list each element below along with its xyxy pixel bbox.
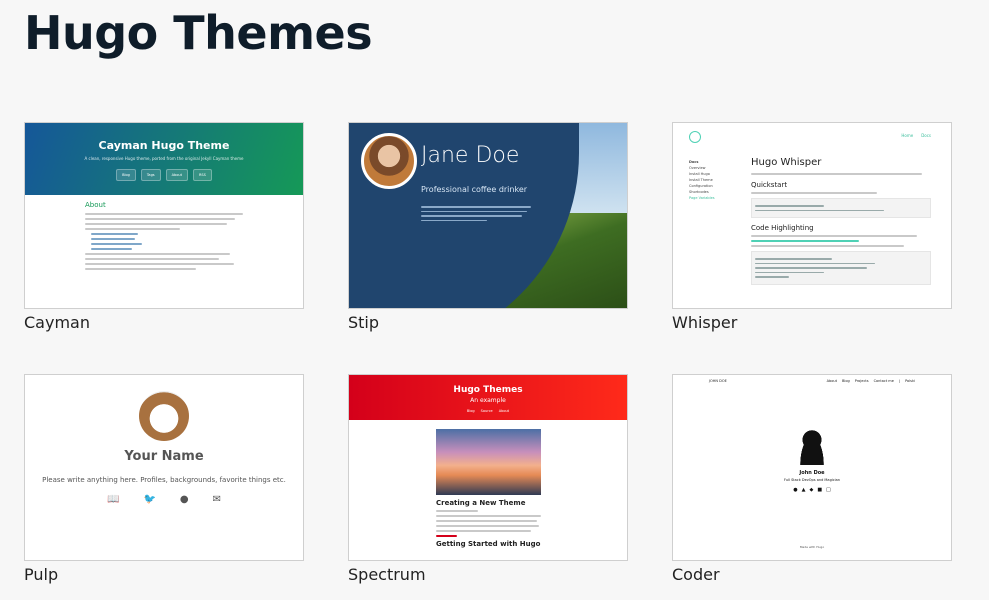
twitter-icon: 🐦 (143, 494, 156, 505)
theme-thumbnail[interactable]: Your Name Please write anything here. Pr… (24, 374, 304, 561)
preview-button: About (165, 169, 188, 181)
theme-card-spectrum[interactable]: Hugo Themes An example Blog Source About… (348, 374, 628, 584)
theme-name[interactable]: Coder (672, 565, 952, 584)
theme-name[interactable]: Stip (348, 313, 628, 332)
theme-card-whisper[interactable]: Home Docs Docs Overview Install Hugo Ins… (672, 122, 952, 332)
preview-footer: Made with Hugo (799, 545, 825, 549)
avatar (139, 391, 189, 441)
preview-button: Blog (116, 169, 136, 181)
preview-nav-item: Docs (921, 133, 931, 138)
logo-icon (689, 131, 701, 143)
theme-thumbnail[interactable]: Home Docs Docs Overview Install Hugo Ins… (672, 122, 952, 309)
theme-name[interactable]: Pulp (24, 565, 304, 584)
preview-post-title: Creating a New Theme (436, 499, 526, 507)
theme-name[interactable]: Cayman (24, 313, 304, 332)
theme-card-coder[interactable]: JOHN DOE About Blog Projects Contact me … (672, 374, 952, 584)
preview-role: Full Stack DevOps and Magician (783, 478, 841, 482)
theme-thumbnail[interactable]: JOHN DOE About Blog Projects Contact me … (672, 374, 952, 561)
preview-person-name: Jane Doe (421, 143, 520, 168)
preview-subtitle: An example (470, 397, 506, 404)
theme-card-cayman[interactable]: Cayman Hugo Theme A clean, responsive Hu… (24, 122, 304, 332)
preview-nav-item: Contact me (873, 379, 894, 383)
theme-thumbnail[interactable]: Jane Doe Professional coffee drinker (348, 122, 628, 309)
preview-nav-item: | (898, 379, 901, 383)
preview-button: Tags (140, 169, 161, 181)
book-icon: 📖 (106, 494, 120, 505)
preview-title: Cayman Hugo Theme (98, 139, 230, 152)
preview-heading: Code Highlighting (751, 224, 814, 232)
preview-brand: JOHN DOE (709, 379, 727, 383)
preview-person-name: John Doe (799, 470, 825, 476)
preview-nav-item: Source (480, 409, 493, 413)
preview-header: Cayman Hugo Theme A clean, responsive Hu… (25, 123, 303, 195)
linkedin-icon: ■ (817, 487, 823, 493)
preview-button: RSS (192, 169, 212, 181)
preview-sidebar: Docs Overview Install Hugo Install Theme… (689, 159, 715, 201)
preview-image (436, 429, 541, 495)
preview-person-name: Your Name (124, 449, 204, 464)
preview-nav-item: Polski (905, 379, 915, 383)
theme-card-pulp[interactable]: Your Name Please write anything here. Pr… (24, 374, 304, 584)
theme-name[interactable]: Spectrum (348, 565, 628, 584)
github-icon: ● (179, 494, 189, 505)
theme-card-stip[interactable]: Jane Doe Professional coffee drinker Sti… (348, 122, 628, 332)
mail-icon: ✉ (212, 494, 222, 505)
preview-title: Hugo Themes (453, 385, 523, 395)
theme-thumbnail[interactable]: Cayman Hugo Theme A clean, responsive Hu… (24, 122, 304, 309)
preview-nav-item: About (498, 409, 510, 413)
preview-header: Hugo Themes An example Blog Source About (349, 375, 627, 420)
github-icon: ● (793, 487, 798, 493)
preview-nav-item: Blog (842, 379, 850, 383)
theme-name[interactable]: Whisper (672, 313, 952, 332)
preview-nav-item: Home (901, 133, 914, 138)
sidebar-item: Page Variables (689, 196, 715, 200)
stackoverflow-icon: □ (826, 487, 831, 493)
preview-subtitle: A clean, responsive Hugo theme, ported f… (84, 156, 244, 161)
gitlab-icon: ▲ (801, 487, 806, 493)
preview-description: Please write anything here. Profiles, ba… (42, 476, 286, 484)
preview-role: Professional coffee drinker (421, 185, 528, 194)
preview-post-title: Getting Started with Hugo (436, 540, 541, 548)
preview-nav-item: Blog (466, 409, 475, 413)
preview-nav-item: Projects (854, 379, 869, 383)
theme-thumbnail[interactable]: Hugo Themes An example Blog Source About… (348, 374, 628, 561)
page-title: Hugo Themes (24, 6, 373, 60)
avatar (797, 429, 827, 465)
preview-section-heading: About (85, 201, 106, 209)
twitter-icon: ◆ (809, 487, 814, 493)
preview-title: Hugo Whisper (751, 157, 822, 168)
preview-heading: Quickstart (751, 181, 788, 189)
preview-nav-item: About (826, 379, 838, 383)
avatar (361, 133, 417, 189)
